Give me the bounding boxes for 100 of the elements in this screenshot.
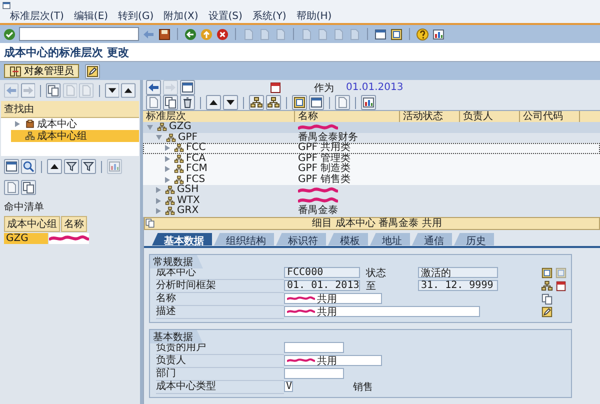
filter-icon[interactable] (64, 159, 79, 174)
tree-row[interactable]: GZG (143, 122, 600, 132)
hierarchy-icon (165, 206, 175, 216)
pencil-icon[interactable] (85, 64, 100, 78)
table-cell[interactable]: GZG (4, 233, 48, 244)
layout-icon[interactable] (541, 266, 553, 278)
tree-row[interactable]: GSH (143, 185, 600, 196)
object-manager-button[interactable]: 对象管理员 (4, 64, 79, 78)
column-header[interactable]: 成本中心组 (4, 216, 60, 232)
tree-header: 查找由 (1, 101, 139, 118)
tab[interactable]: 地址 (370, 232, 410, 246)
hierarchy-icon (166, 132, 176, 143)
field-description: 销售 (353, 380, 373, 394)
search-icon[interactable] (21, 159, 36, 174)
node-code: GRX (177, 206, 199, 216)
hierarchy-icon (174, 164, 184, 174)
column-header[interactable]: 名称 (61, 216, 87, 232)
node-name: 番禺金泰 (298, 206, 338, 216)
page-icon[interactable] (146, 95, 161, 110)
input-field[interactable]: 共用 (284, 306, 480, 317)
field-label: 描述 (156, 304, 284, 319)
chart-icon[interactable] (432, 28, 445, 40)
hierarchy-icon (174, 154, 184, 164)
menu-item[interactable]: 附加(X) (164, 9, 198, 23)
help-icon[interactable] (416, 28, 429, 40)
readonly-field: 31. 12. 9999 (418, 280, 498, 291)
menu-item[interactable]: 帮助(H) (296, 9, 332, 23)
field-label: 至 (366, 280, 377, 292)
menu-item[interactable]: 设置(S) (208, 9, 242, 23)
layout-icon[interactable] (292, 95, 307, 110)
group-title: 基本数据 (150, 330, 203, 344)
box-icon (25, 119, 35, 129)
check-icon[interactable] (3, 28, 16, 40)
hierarchy-icon (165, 185, 175, 196)
tab[interactable]: 组织结构 (214, 232, 274, 246)
hierarchy-icon[interactable] (266, 95, 281, 110)
node-code: WTX (177, 196, 200, 206)
save-icon[interactable] (158, 28, 171, 40)
calendar-icon[interactable] (269, 81, 282, 94)
copy-icon[interactable] (145, 218, 155, 228)
node-code: FCS (186, 174, 206, 185)
tab[interactable]: 模板 (328, 232, 368, 246)
tree-row[interactable]: GRX 番禺金泰 (143, 206, 600, 216)
window-icon[interactable] (309, 95, 324, 110)
hierarchy-icon (174, 143, 184, 154)
node-name: 番禺金泰财务 (298, 132, 358, 143)
tab[interactable]: 基本数据 (152, 232, 212, 246)
node-code: FCA (186, 154, 206, 164)
node-name: GPF 制造类 (298, 164, 351, 174)
tree-row[interactable]: FCS GPF 销售类 (143, 174, 600, 185)
input-field[interactable] (284, 368, 344, 379)
field-label: 部门 (156, 366, 284, 381)
key-date-label: 作为 (314, 82, 334, 94)
tree-row[interactable]: FCM GPF 制造类 (143, 164, 600, 174)
cancel-icon[interactable] (216, 28, 229, 40)
pencil-icon[interactable] (541, 306, 553, 318)
tree-row[interactable]: GPF 番禺金泰财务 (143, 132, 600, 143)
field-label: 状态 (366, 266, 387, 280)
readonly-field: 01. 01. 2013 (284, 280, 360, 291)
swap-icon (9, 64, 22, 78)
window-icon[interactable] (4, 159, 19, 174)
page-icon[interactable] (335, 95, 350, 110)
menu-item[interactable]: 编辑(E) (74, 9, 108, 23)
page-icon[interactable] (4, 180, 19, 195)
window-icon[interactable] (2, 0, 11, 10)
readonly-field: 激活的 (418, 267, 498, 278)
node-code: GSH (177, 185, 199, 196)
layout-icon[interactable] (390, 28, 403, 40)
menu-item[interactable]: 转到(G) (118, 9, 154, 23)
tab[interactable]: 历史 (454, 232, 494, 246)
trash-icon[interactable] (180, 95, 195, 110)
filter-icon[interactable] (81, 159, 96, 174)
hierarchy-icon[interactable] (249, 95, 264, 110)
calendar-icon[interactable] (555, 280, 567, 292)
tree-item[interactable]: 成本中心组 (11, 130, 139, 142)
tab[interactable]: 通信 (412, 232, 452, 246)
window-icon[interactable] (180, 80, 195, 95)
copy-icon[interactable] (21, 180, 36, 195)
node-code: GPF (178, 132, 198, 143)
tab[interactable]: 标识符 (276, 232, 326, 246)
chart-icon[interactable] (361, 95, 376, 110)
menu-item[interactable]: 系统(Y) (252, 9, 286, 23)
detail-title: 细目 成本中心 番禺金泰 共用 (311, 216, 443, 230)
copy-icon[interactable] (163, 95, 178, 110)
back-icon[interactable] (184, 28, 197, 40)
window-icon[interactable] (374, 28, 387, 40)
copy-icon[interactable] (46, 83, 61, 98)
input-field[interactable] (284, 342, 344, 353)
hierarchy-icon (25, 131, 35, 141)
input-field[interactable]: 共用 (284, 355, 382, 366)
copy-icon[interactable] (541, 292, 553, 304)
field-label: 负责人 (156, 353, 284, 368)
group-title: 常规数据 (150, 254, 203, 268)
readonly-field: FCC000 (284, 267, 360, 278)
input-field[interactable]: V (284, 381, 293, 392)
tree-row[interactable]: WTX (143, 196, 600, 206)
hierarchy-icon[interactable] (541, 280, 553, 292)
command-field[interactable] (19, 27, 139, 41)
menu-item[interactable]: 标准层次(T) (10, 9, 64, 23)
input-field[interactable]: 共用 (284, 293, 382, 304)
